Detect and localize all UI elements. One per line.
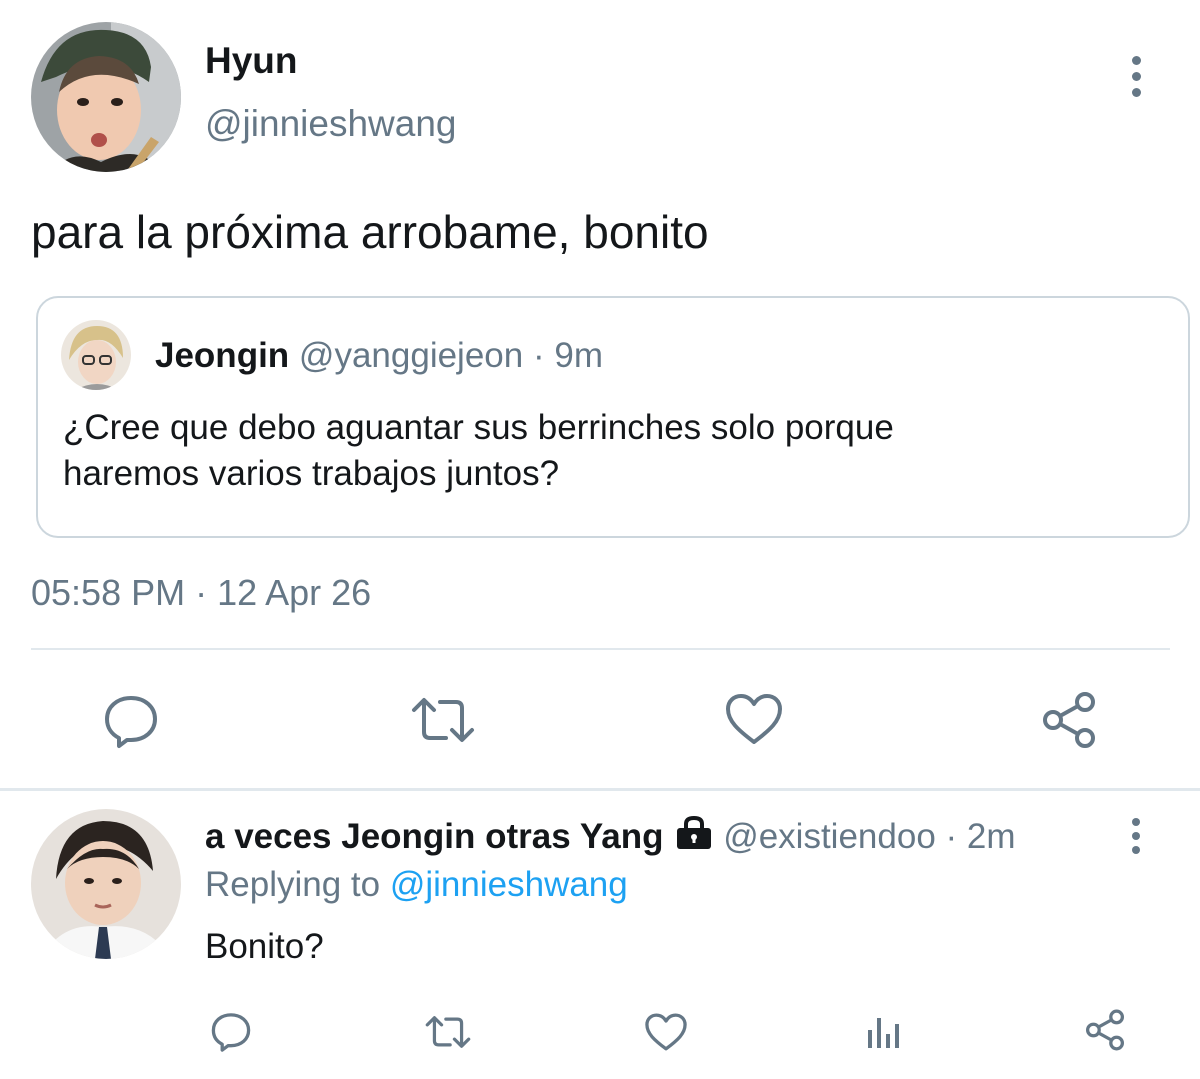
more-options-icon[interactable] (1132, 56, 1141, 97)
replying-to-label: Replying to (205, 865, 381, 904)
quote-avatar[interactable] (61, 320, 131, 390)
reply-share-icon[interactable] (1084, 1009, 1126, 1051)
thread-divider (0, 788, 1200, 791)
main-handle[interactable]: @jinnieshwang (205, 103, 456, 145)
like-icon[interactable] (724, 692, 784, 746)
tweet-timestamp[interactable]: 05:58 PM · 12 Apr 26 (31, 572, 371, 614)
reply-like-icon[interactable] (644, 1012, 688, 1052)
lock-icon (675, 815, 713, 860)
reply-retweet-icon[interactable] (424, 1012, 472, 1052)
quote-time: · 9m (532, 336, 603, 375)
reply-reply-icon[interactable] (209, 1009, 253, 1053)
retweet-icon[interactable] (410, 692, 476, 748)
reply-display-name[interactable]: a veces Jeongin otras Yang (205, 817, 663, 856)
reply-handle[interactable]: @existiendoo (723, 817, 936, 856)
replying-to-handle[interactable]: @jinnieshwang (390, 865, 628, 904)
quote-text-line-2: haremos varios trabajos juntos? (63, 454, 560, 493)
reply-time: · 2m (945, 817, 1016, 856)
quote-display-name[interactable]: Jeongin (155, 336, 289, 375)
reply-avatar[interactable] (31, 809, 181, 959)
tweet-text: para la próxima arrobame, bonito (31, 206, 709, 258)
quote-text-line-1: ¿Cree que debo aguantar sus berrinches s… (63, 408, 894, 447)
main-avatar[interactable] (31, 22, 181, 172)
reply-text: Bonito? (205, 927, 324, 966)
main-display-name[interactable]: Hyun (205, 40, 298, 82)
quoted-tweet-card[interactable]: Jeongin @yanggiejeon · 9m ¿Cree que debo… (36, 296, 1190, 538)
divider (31, 648, 1170, 650)
share-icon[interactable] (1040, 691, 1098, 749)
reply-icon[interactable] (101, 690, 161, 750)
reply-more-options-icon[interactable] (1132, 818, 1140, 854)
reply-analytics-icon[interactable] (864, 1012, 904, 1052)
quote-handle[interactable]: @yanggiejeon (299, 336, 523, 375)
